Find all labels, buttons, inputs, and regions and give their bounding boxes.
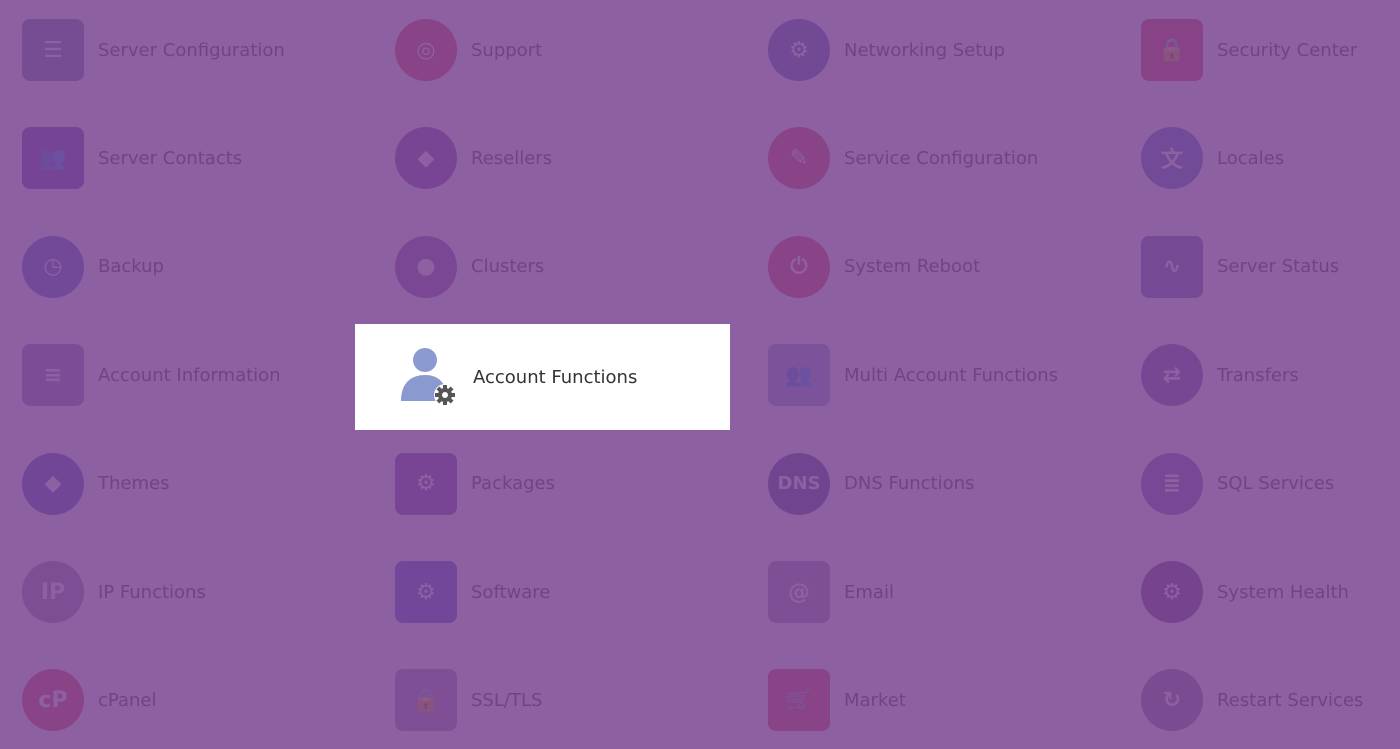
account-functions-label: Account Functions [473,366,638,388]
user-gear-icon [401,348,456,406]
highlighted-item-account-functions[interactable]: Account Functions [355,324,730,430]
